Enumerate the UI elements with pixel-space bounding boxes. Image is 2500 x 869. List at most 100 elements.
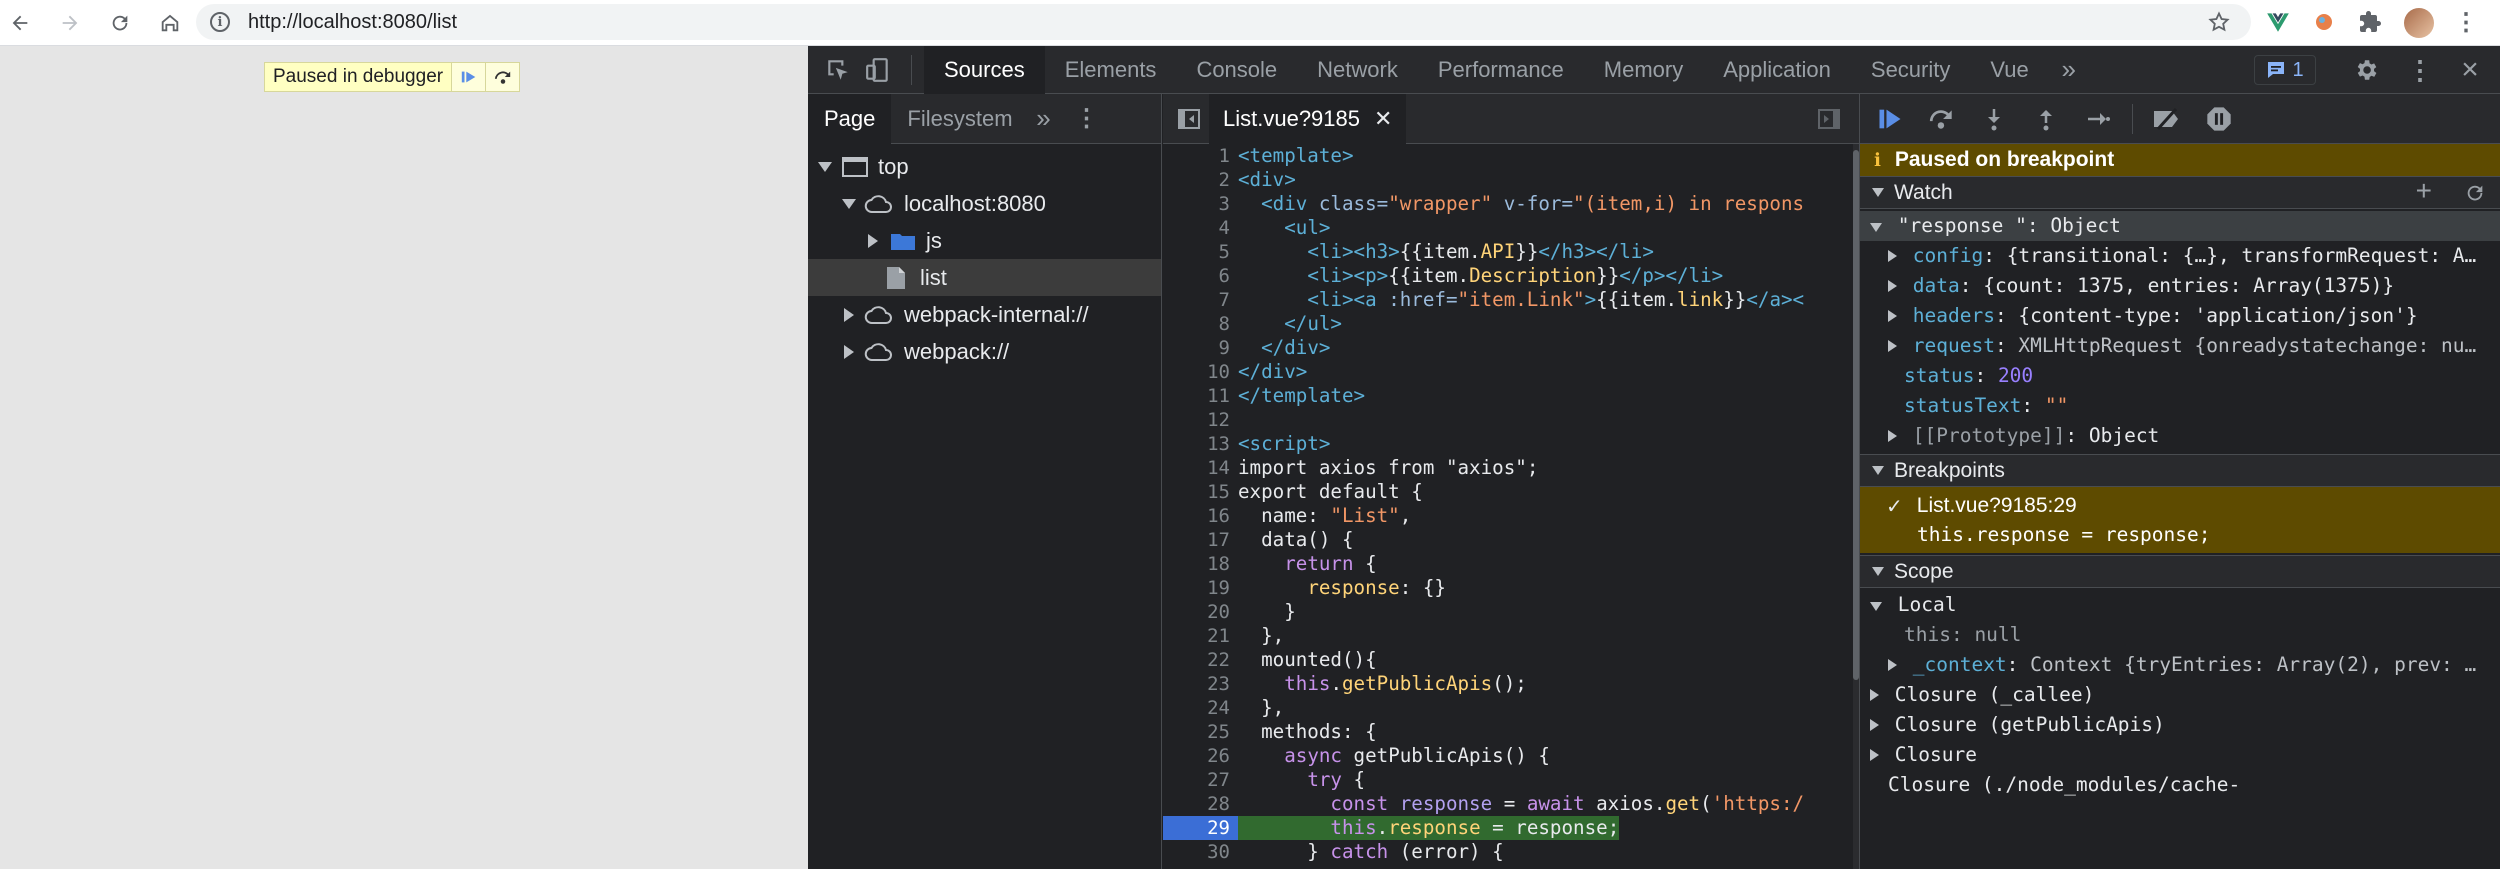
code-line[interactable]: 18 return { [1163,552,1853,576]
line-number[interactable]: 21 [1163,624,1238,648]
collapse-triangle-icon[interactable] [1888,250,1897,262]
back-icon[interactable] [0,3,40,43]
line-number[interactable]: 1 [1163,144,1238,168]
tree-item-localhost[interactable]: localhost:8080 [808,185,1161,222]
extension-icon[interactable] [2308,6,2340,38]
code-line[interactable]: 23 this.getPublicApis(); [1163,672,1853,696]
watch-row-headers[interactable]: headers: {content-type: 'application/jso… [1860,301,2500,331]
collapse-triangle-icon[interactable] [1870,719,1879,731]
collapse-triangle-icon[interactable] [1870,689,1879,701]
reload-icon[interactable] [100,3,140,43]
pause-on-exceptions-icon[interactable] [2201,101,2237,137]
code-line[interactable]: 24 }, [1163,696,1853,720]
line-number[interactable]: 13 [1163,432,1238,456]
tab-console[interactable]: Console [1176,46,1297,94]
more-tabs-icon[interactable]: » [2049,50,2089,90]
file-tab-list-vue[interactable]: List.vue?9185 ✕ [1209,93,1407,144]
scope-this-row[interactable]: this: null [1860,620,2500,650]
code-line[interactable]: 3 <div class="wrapper" v-for="(item,i) i… [1163,192,1853,216]
line-number[interactable]: 18 [1163,552,1238,576]
watch-row-request[interactable]: request: XMLHttpRequest {onreadystatecha… [1860,331,2500,361]
code-view[interactable]: 1 <template> 2 <div> 3 <div class="wrapper" … [1163,144,1853,869]
watch-row-data[interactable]: data: {count: 1375, entries: Array(1375)… [1860,271,2500,301]
collapse-triangle-icon[interactable] [844,344,854,359]
code-line[interactable]: 11 </template> [1163,384,1853,408]
browser-menu-icon[interactable]: ⋮ [2450,6,2482,38]
device-toolbar-icon[interactable] [858,50,898,90]
code-line[interactable]: 10 </div> [1163,360,1853,384]
code-line[interactable]: 25 methods: { [1163,720,1853,744]
code-line[interactable]: 14 import axios from "axios"; [1163,456,1853,480]
tab-network[interactable]: Network [1297,46,1418,94]
code-line[interactable]: 15 export default { [1163,480,1853,504]
step-over-icon[interactable] [1924,101,1960,137]
tab-sources[interactable]: Sources [924,45,1045,94]
tree-item-top[interactable]: top [808,148,1161,185]
add-watch-icon[interactable]: + [2416,175,2432,207]
vue-devtools-extension-icon[interactable] [2262,6,2294,38]
line-number[interactable]: 3 [1163,192,1238,216]
close-tab-icon[interactable]: ✕ [1374,106,1392,132]
code-line[interactable]: 9 </div> [1163,336,1853,360]
scope-closure-row[interactable]: Closure (./node_modules/cache- [1860,770,2500,800]
tab-elements[interactable]: Elements [1045,46,1177,94]
code-line[interactable]: 22 mounted(){ [1163,648,1853,672]
code-line[interactable]: 21 }, [1163,624,1853,648]
collapse-triangle-icon[interactable] [1888,340,1897,352]
line-number[interactable]: 7 [1163,288,1238,312]
line-number[interactable]: 23 [1163,672,1238,696]
scope-closure-row[interactable]: Closure (_callee) [1860,680,2500,710]
resume-icon[interactable] [451,63,486,91]
tab-performance[interactable]: Performance [1418,46,1584,94]
settings-gear-icon[interactable] [2346,50,2386,90]
bookmark-star-icon[interactable] [2207,10,2231,34]
tree-item-webpack-internal[interactable]: webpack-internal:// [808,296,1161,333]
collapse-triangle-icon[interactable] [1888,430,1897,442]
extensions-puzzle-icon[interactable] [2354,6,2386,38]
line-number[interactable]: 8 [1163,312,1238,336]
tab-application[interactable]: Application [1703,46,1851,94]
code-line[interactable]: 27 try { [1163,768,1853,792]
collapse-triangle-icon[interactable] [1888,659,1897,671]
code-line[interactable]: 6 <li><p>{{item.Description}}</p></li> [1163,264,1853,288]
watch-row-prototype[interactable]: [[Prototype]]: Object [1860,421,2500,451]
step-into-icon[interactable] [1976,101,2012,137]
devtools-menu-icon[interactable]: ⋮ [2400,50,2440,90]
line-number[interactable]: 27 [1163,768,1238,792]
code-line[interactable]: 4 <ul> [1163,216,1853,240]
line-number[interactable]: 12 [1163,408,1238,432]
scope-closure-row[interactable]: Closure [1860,740,2500,770]
line-number[interactable]: 5 [1163,240,1238,264]
home-icon[interactable] [150,3,190,43]
breakpoint-item[interactable]: ✓ List.vue?9185:29 this.response = respo… [1860,487,2500,553]
line-number[interactable]: 15 [1163,480,1238,504]
line-number[interactable]: 19 [1163,576,1238,600]
breakpoints-pane-header[interactable]: Breakpoints [1860,454,2500,487]
tab-security[interactable]: Security [1851,46,1970,94]
line-number[interactable]: 4 [1163,216,1238,240]
line-number[interactable]: 28 [1163,792,1238,816]
tab-page[interactable]: Page [808,93,892,144]
collapse-triangle-icon[interactable] [1888,280,1897,292]
scope-context-row[interactable]: _context: Context {tryEntries: Array(2),… [1860,650,2500,680]
code-line[interactable]: 28 const response = await axios.get('htt… [1163,792,1853,816]
expand-triangle-icon[interactable] [1870,223,1882,232]
close-devtools-icon[interactable]: × [2450,50,2490,90]
scope-closure-row[interactable]: Closure (getPublicApis) [1860,710,2500,740]
profile-avatar[interactable] [2404,8,2434,38]
address-bar[interactable]: i http://localhost:8080/list [196,4,2251,40]
line-number[interactable]: 22 [1163,648,1238,672]
collapse-triangle-icon[interactable] [868,233,878,248]
line-number[interactable]: 20 [1163,600,1238,624]
tree-item-webpack[interactable]: webpack:// [808,333,1161,370]
code-line[interactable]: 12 [1163,408,1853,432]
code-line[interactable]: 8 </ul> [1163,312,1853,336]
resume-icon[interactable] [1872,101,1908,137]
tree-item-js[interactable]: js [808,222,1161,259]
expand-triangle-icon[interactable] [1870,602,1882,611]
line-number[interactable]: 11 [1163,384,1238,408]
code-line[interactable]: 2 <div> [1163,168,1853,192]
line-number[interactable]: 25 [1163,720,1238,744]
line-number[interactable]: 10 [1163,360,1238,384]
line-number[interactable]: 2 [1163,168,1238,192]
